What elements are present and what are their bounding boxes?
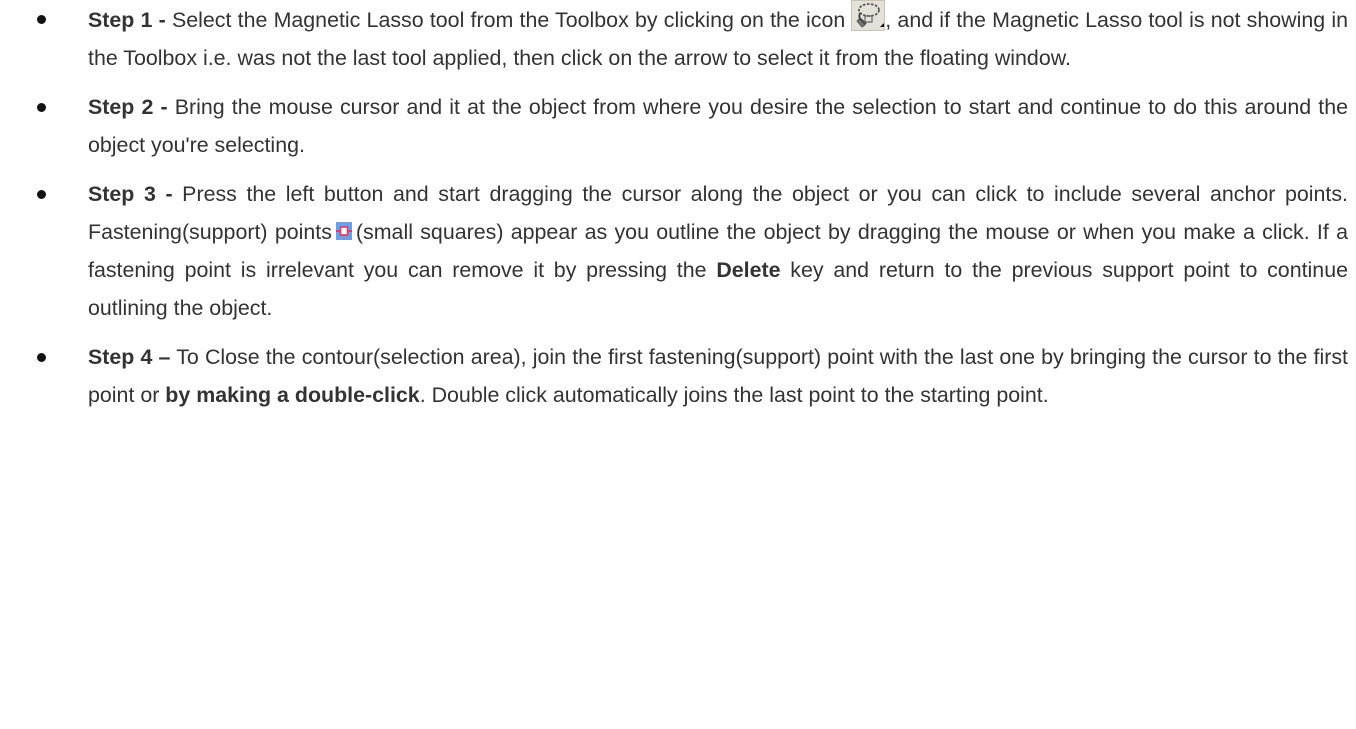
step-4-label: Step 4 –: [88, 345, 171, 369]
step-1-text-a: Select the Magnetic Lasso tool from the …: [165, 8, 846, 32]
step-2-label: Step 2 -: [88, 95, 168, 119]
bullet-icon: [37, 353, 46, 362]
step-3-label: Step 3 -: [88, 182, 173, 206]
step-list: Step 1 - Select the Magnetic Lasso tool …: [0, 0, 1356, 414]
step-4-text-b: . Double click automatically joins the l…: [419, 383, 1049, 407]
step-2-text: Bring the mouse cursor and it at the obj…: [88, 95, 1348, 157]
step-1-label: Step 1 -: [88, 8, 166, 32]
bullet-icon: [37, 15, 46, 24]
step-2: Step 2 - Bring the mouse cursor and it a…: [0, 88, 1356, 164]
bullet-icon: [37, 103, 46, 112]
double-click-label: by making a double-click: [165, 383, 420, 407]
step-3: Step 3 - Press the left button and start…: [0, 175, 1356, 327]
step-1: Step 1 - Select the Magnetic Lasso tool …: [0, 0, 1356, 77]
step-4: Step 4 – To Close the contour(selection …: [0, 338, 1356, 414]
fastening-point-icon: [335, 214, 352, 240]
bullet-icon: [37, 190, 46, 199]
delete-key-label: Delete: [716, 258, 781, 282]
magnetic-lasso-tool-icon: [851, 0, 886, 31]
